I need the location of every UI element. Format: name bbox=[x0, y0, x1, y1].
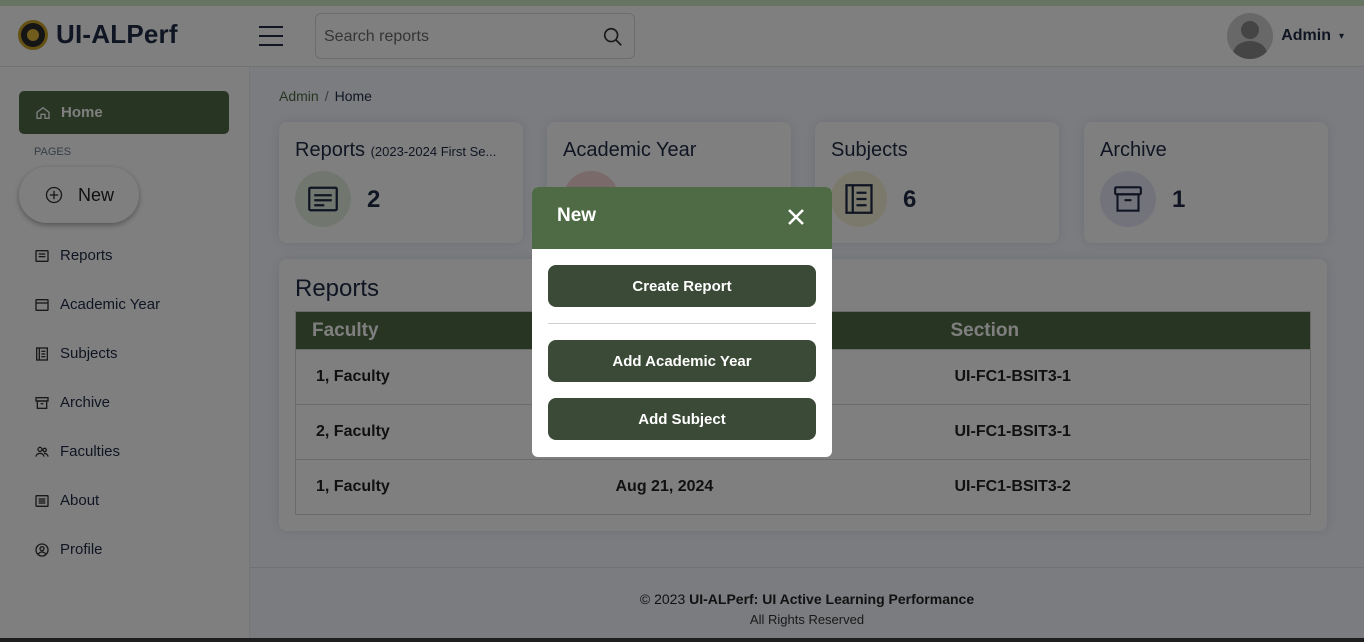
modal-title: New bbox=[557, 205, 597, 226]
add-academic-year-button[interactable]: Add Academic Year bbox=[548, 340, 816, 382]
modal-header: New bbox=[532, 187, 832, 249]
new-modal: New Create Report Add Academic Year Add … bbox=[532, 187, 832, 457]
close-icon[interactable] bbox=[784, 205, 808, 229]
modal-divider bbox=[548, 323, 816, 324]
bottom-edge-bar bbox=[0, 638, 1364, 642]
add-subject-button[interactable]: Add Subject bbox=[548, 398, 816, 440]
create-report-button[interactable]: Create Report bbox=[548, 265, 816, 307]
